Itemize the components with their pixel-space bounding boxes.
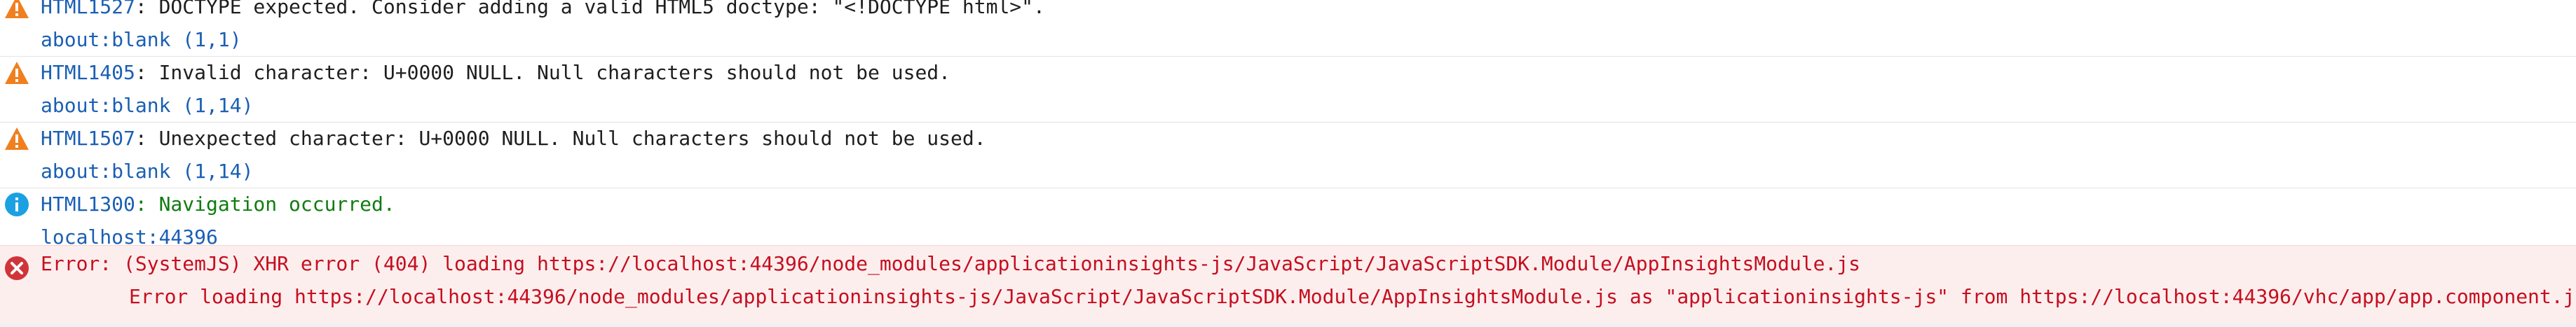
message-code-link[interactable]: HTML1527: [41, 0, 135, 18]
message-text: : DOCTYPE expected. Consider adding a va…: [135, 0, 1045, 18]
console-entry-warning: HTML1405: Invalid character: U+0000 NULL…: [0, 56, 2576, 123]
source-location-link[interactable]: about:blank (1,14): [41, 89, 253, 122]
console-entry-warning: HTML1507: Unexpected character: U+0000 N…: [0, 122, 2576, 188]
console-entry-error: Error: (SystemJS) XHR error (404) loadin…: [0, 245, 2576, 327]
error-icon: [4, 256, 29, 281]
message-text: : Navigation occurred.: [135, 193, 395, 216]
info-icon: [4, 192, 29, 217]
error-detail: Error loading https://localhost:44396/no…: [129, 285, 2576, 308]
horizontal-scrollbar[interactable]: [0, 323, 2576, 327]
console-entry-warning: HTML1527: DOCTYPE expected. Consider add…: [0, 0, 2576, 57]
error-message: Error: (SystemJS) XHR error (404) loadin…: [41, 252, 1861, 275]
message-text: : Invalid character: U+0000 NULL. Null c…: [135, 61, 951, 84]
console-entry-info: HTML1300: Navigation occurred. localhost…: [0, 188, 2576, 249]
source-location-link[interactable]: about:blank (1,1): [41, 23, 242, 56]
source-location-link[interactable]: about:blank (1,14): [41, 155, 253, 188]
message-code-link[interactable]: HTML1405: [41, 61, 135, 84]
warning-icon: [4, 126, 29, 151]
warning-icon: [4, 0, 29, 20]
message-code-link[interactable]: HTML1300: [41, 193, 135, 216]
message-code-link[interactable]: HTML1507: [41, 127, 135, 150]
warning-icon: [4, 60, 29, 85]
message-text: : Unexpected character: U+0000 NULL. Nul…: [135, 127, 986, 150]
console-output: HTML1527: DOCTYPE expected. Consider add…: [0, 0, 2576, 327]
